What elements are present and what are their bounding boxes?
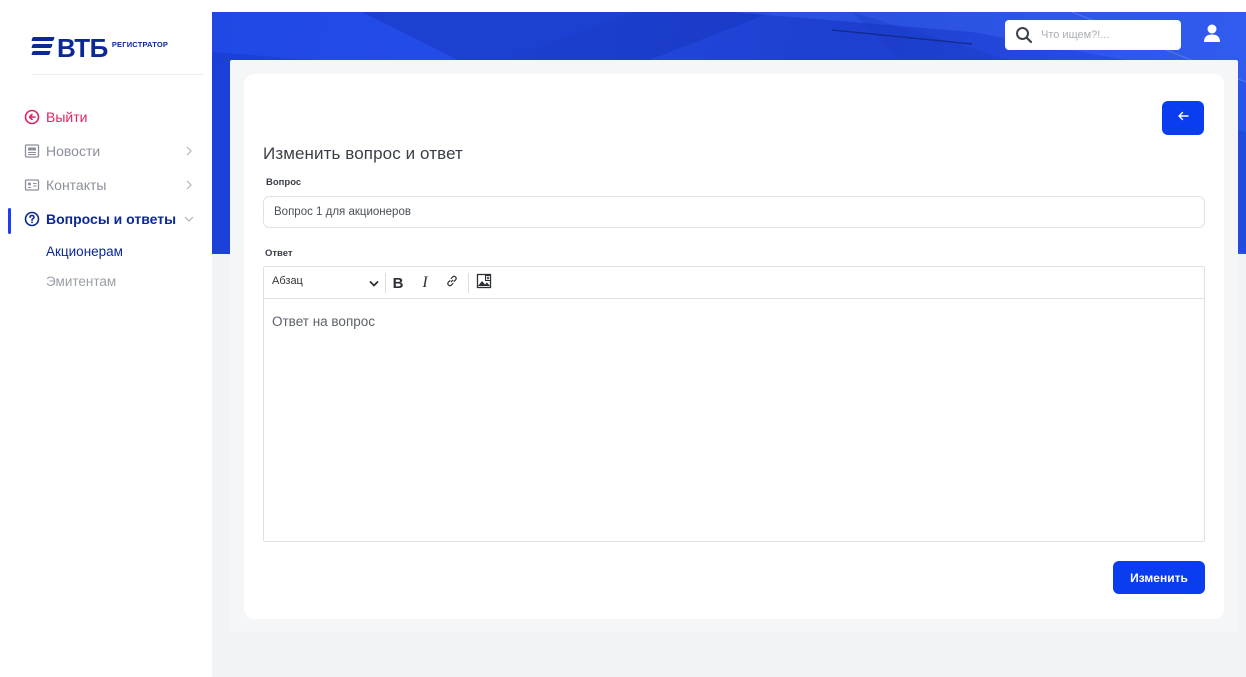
sidebar: ВТБ РЕГИСТРАТОР Выйти Новости Контакты В… — [0, 0, 212, 677]
search-box[interactable] — [1005, 20, 1181, 50]
format-select[interactable]: Абзац — [272, 275, 303, 287]
editor-toolbar: Абзац B I — [264, 267, 1204, 299]
page-title: Изменить вопрос и ответ — [263, 144, 463, 163]
question-circle-icon — [24, 211, 40, 227]
answer-label: Ответ — [265, 248, 293, 259]
submit-button[interactable]: Изменить — [1113, 561, 1205, 594]
link-button[interactable] — [442, 273, 462, 293]
logo-text: ВТБ — [57, 33, 108, 63]
back-button[interactable] — [1162, 101, 1204, 135]
chevron-down-icon — [182, 212, 196, 226]
sidebar-item-label: Выйти — [46, 109, 88, 125]
arrow-left-icon — [1176, 109, 1190, 127]
link-icon — [445, 274, 459, 293]
answer-textarea[interactable]: Ответ на вопрос — [264, 299, 1204, 344]
search-icon — [1015, 26, 1033, 44]
sidebar-item-faq[interactable]: Вопросы и ответы — [0, 202, 212, 236]
toolbar-divider — [385, 273, 386, 293]
chevron-right-icon — [182, 144, 196, 158]
vtb-logo[interactable]: ВТБ РЕГИСТРАТОР — [31, 30, 169, 66]
sidebar-item-label: Вопросы и ответы — [46, 211, 177, 227]
italic-button[interactable]: I — [415, 273, 435, 293]
sidebar-subitem-issuers[interactable]: Эмитентам — [46, 266, 212, 296]
toolbar-divider — [468, 273, 469, 293]
logo-mark-icon — [31, 37, 55, 55]
contact-card-icon — [24, 177, 40, 193]
image-icon — [476, 273, 492, 294]
question-input[interactable] — [263, 196, 1205, 228]
sidebar-divider — [32, 74, 204, 75]
sidebar-item-contacts[interactable]: Контакты — [0, 168, 212, 202]
exit-circle-arrow-icon — [24, 109, 40, 125]
sidebar-item-label: Новости — [46, 143, 101, 159]
bold-button[interactable]: B — [388, 273, 408, 293]
sidebar-item-exit[interactable]: Выйти — [0, 100, 212, 134]
search-input[interactable] — [1041, 29, 1171, 41]
insert-image-button[interactable] — [474, 273, 494, 293]
sidebar-item-news[interactable]: Новости — [0, 134, 212, 168]
chevron-right-icon — [182, 178, 196, 192]
answer-editor: Абзац B I Ответ на вопрос — [263, 266, 1205, 542]
sidebar-item-label: Контакты — [46, 177, 107, 193]
sidebar-subitem-shareholders[interactable]: Акционерам — [46, 236, 212, 266]
sidebar-nav: Выйти Новости Контакты Вопросы и ответы … — [0, 100, 212, 296]
question-label: Вопрос — [266, 177, 302, 188]
user-icon[interactable] — [1203, 22, 1221, 44]
faq-submenu: Акционерам Эмитентам — [0, 236, 212, 296]
newspaper-icon — [24, 143, 40, 159]
chevron-down-icon[interactable] — [368, 277, 380, 289]
logo-subtitle: РЕГИСТРАТОР — [111, 40, 169, 49]
